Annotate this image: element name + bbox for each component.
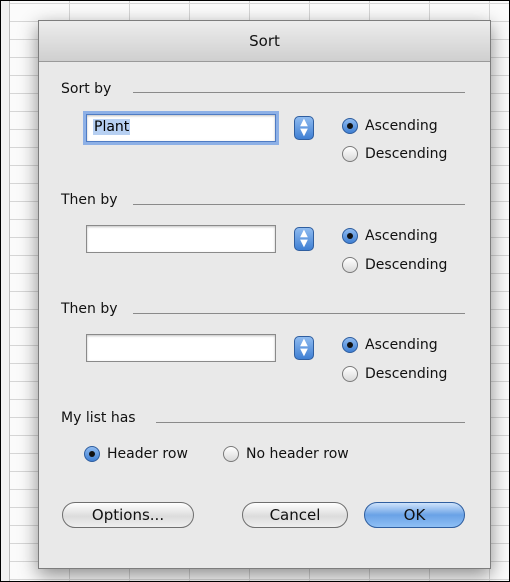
cancel-button[interactable]: Cancel [242, 502, 348, 528]
list-has-divider [156, 422, 465, 423]
then-by-field-2[interactable] [86, 334, 276, 362]
then-by-field-1[interactable] [86, 225, 276, 253]
then-by-1-descending-radio[interactable]: Descending [342, 257, 447, 273]
then-by-1-ascending-radio[interactable]: Ascending [342, 228, 438, 244]
radio-icon [84, 446, 100, 462]
then-by-2-ascending-radio[interactable]: Ascending [342, 337, 438, 353]
header-row-radio[interactable]: Header row [84, 446, 188, 462]
header-row-label: Header row [107, 446, 188, 462]
sort-by-popup-arrows-icon[interactable]: ▲ ▼ [294, 116, 314, 140]
then-by-popup-arrows-icon-2[interactable]: ▲ ▼ [294, 336, 314, 360]
sort-by-field[interactable]: Plant [86, 114, 276, 142]
sort-by-ascending-radio[interactable]: Ascending [342, 118, 438, 134]
radio-icon [342, 146, 358, 162]
options-button[interactable]: Options... [62, 502, 194, 528]
then-by-divider-2 [133, 313, 465, 314]
sort-by-divider [133, 92, 465, 93]
radio-icon [342, 366, 358, 382]
sort-by-descending-label: Descending [365, 146, 448, 162]
then-by-1-ascending-label: Ascending [365, 228, 438, 244]
then-by-label-2: Then by [61, 301, 118, 317]
radio-icon [342, 118, 358, 134]
then-by-label-1: Then by [61, 192, 118, 208]
then-by-2-ascending-label: Ascending [365, 337, 438, 353]
radio-icon [342, 228, 358, 244]
sort-by-descending-radio[interactable]: Descending [342, 146, 447, 162]
radio-icon [342, 337, 358, 353]
then-by-2-descending-radio[interactable]: Descending [342, 366, 447, 382]
radio-icon [342, 257, 358, 273]
sort-dialog: Sort Sort by Plant ▲ ▼ Ascending Descendi… [38, 20, 491, 569]
then-by-popup-arrows-icon-1[interactable]: ▲ ▼ [294, 227, 314, 251]
sort-by-ascending-label: Ascending [365, 118, 438, 134]
radio-icon [223, 446, 239, 462]
no-header-row-label: No header row [246, 446, 349, 462]
sort-by-label: Sort by [61, 81, 112, 97]
then-by-divider-1 [133, 204, 465, 205]
ok-button[interactable]: OK [364, 502, 465, 528]
dialog-title: Sort [39, 21, 490, 62]
then-by-2-descending-label: Descending [365, 366, 448, 382]
then-by-1-descending-label: Descending [365, 257, 448, 273]
no-header-row-radio[interactable]: No header row [223, 446, 349, 462]
sort-by-value: Plant [93, 119, 131, 135]
list-has-label: My list has [61, 410, 136, 426]
